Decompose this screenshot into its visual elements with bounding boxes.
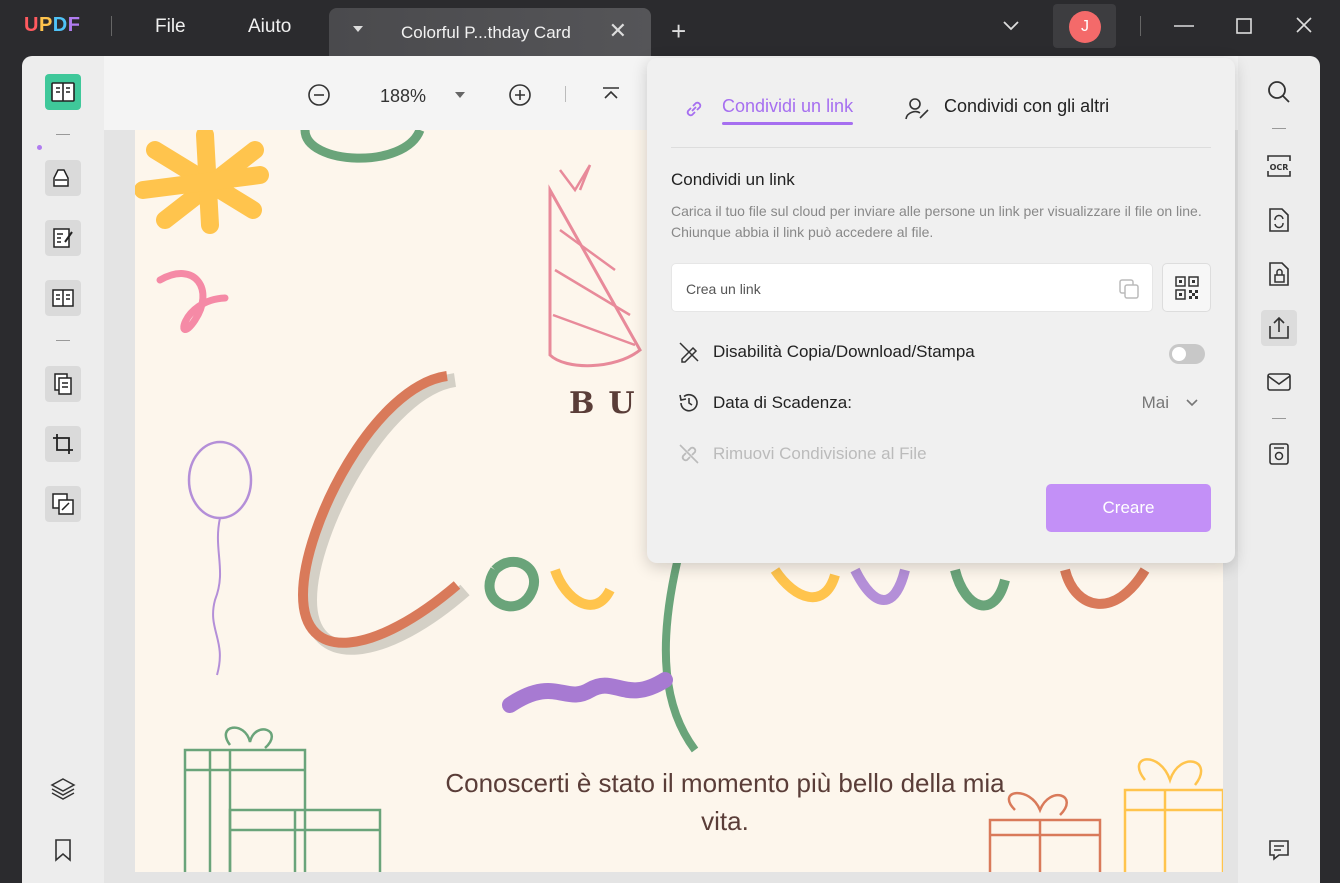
title-bar: UPDF File Aiuto Colorful P...thday Card …	[0, 0, 1340, 56]
link-field-placeholder: Crea un link	[686, 281, 761, 297]
maximize-icon[interactable]	[1234, 14, 1254, 38]
rail-separator	[56, 134, 70, 135]
save-icon	[1269, 443, 1289, 465]
tools-button[interactable]	[45, 486, 81, 522]
toolbar-separator	[565, 86, 566, 102]
zoom-dropdown-icon[interactable]	[454, 90, 466, 100]
form-icon	[52, 289, 74, 307]
ocr-icon: OCR	[1267, 155, 1291, 177]
search-icon	[1268, 81, 1290, 103]
organize-pages-button[interactable]	[45, 366, 81, 402]
expiry-select[interactable]: Mai	[1142, 393, 1169, 413]
minimize-icon[interactable]	[1172, 14, 1196, 38]
rail-separator	[1272, 128, 1286, 129]
edit-pdf-button[interactable]	[45, 220, 81, 256]
copy-icon[interactable]	[1118, 278, 1140, 300]
layers-tool-icon	[52, 493, 74, 515]
updf-logo[interactable]: UPDF	[24, 14, 80, 37]
popup-divider	[671, 147, 1211, 148]
pages-icon	[54, 373, 72, 395]
qr-code-button[interactable]	[1162, 263, 1211, 312]
edit-document-icon	[53, 228, 73, 248]
rail-separator	[1272, 418, 1286, 419]
first-page-icon[interactable]	[600, 84, 622, 106]
avatar: J	[1069, 11, 1101, 43]
card-heading-letters: BU	[569, 386, 649, 421]
account-button[interactable]: J	[1053, 4, 1116, 48]
document-tab[interactable]: Colorful P...thday Card ✕	[329, 8, 651, 56]
remove-share-option[interactable]: Rimuovi Condivisione al File	[677, 440, 1207, 468]
rail-separator	[56, 340, 70, 341]
svg-text:OCR: OCR	[1270, 163, 1289, 172]
convert-button[interactable]	[1261, 202, 1297, 238]
title-separator	[111, 16, 112, 36]
tab-title: Colorful P...thday Card	[401, 23, 571, 42]
expiry-option: Data di Scadenza: Mai	[677, 389, 1207, 417]
new-tab-icon[interactable]: +	[671, 18, 686, 44]
crop-button[interactable]	[45, 426, 81, 462]
comment-tool-button[interactable]	[45, 160, 81, 196]
crop-icon	[53, 434, 73, 454]
zoom-in-icon[interactable]	[508, 83, 532, 107]
save-button[interactable]	[1261, 436, 1297, 472]
comments-panel-button[interactable]	[1261, 832, 1297, 868]
active-tab-underline	[722, 122, 854, 125]
comment-icon	[1269, 840, 1289, 861]
zoom-level[interactable]: 188%	[380, 86, 426, 107]
card-message: Conoscerti è stato il momento più bello …	[445, 768, 1005, 836]
search-button[interactable]	[1261, 74, 1297, 110]
remove-share-label: Rimuovi Condivisione al File	[713, 444, 927, 463]
tab-close-icon[interactable]: ✕	[609, 20, 627, 42]
tab-share-link[interactable]: Condividi un link	[722, 96, 854, 125]
reader-mode-button[interactable]	[45, 74, 81, 110]
link-icon	[686, 101, 702, 117]
mail-icon	[1267, 373, 1291, 391]
chevron-down-icon[interactable]	[1185, 395, 1199, 409]
book-icon	[51, 82, 75, 102]
share-link-heading: Condividi un link	[671, 170, 795, 189]
expiry-label: Data di Scadenza:	[713, 393, 852, 412]
create-link-button[interactable]: Creare	[1046, 484, 1211, 532]
qr-code-icon	[1174, 275, 1199, 300]
zoom-out-icon[interactable]	[307, 83, 331, 107]
lock-document-icon	[1269, 262, 1289, 286]
protect-button[interactable]	[1261, 256, 1297, 292]
share-button[interactable]	[1261, 310, 1297, 346]
close-window-icon[interactable]	[1294, 14, 1314, 38]
convert-icon	[1269, 208, 1289, 232]
left-toolbar	[22, 56, 104, 883]
form-tool-button[interactable]	[45, 280, 81, 316]
title-separator	[1140, 16, 1141, 36]
link-field[interactable]: Crea un link	[671, 263, 1153, 312]
history-clock-icon	[679, 393, 698, 412]
tab-share-with-others[interactable]: Condividi con gli altri	[944, 96, 1109, 117]
ocr-button[interactable]: OCR	[1261, 148, 1297, 184]
chevron-down-icon[interactable]	[1001, 18, 1021, 32]
disable-copy-option: Disabilità Copia/Download/Stampa	[677, 338, 1207, 366]
active-indicator	[37, 145, 42, 150]
menu-help[interactable]: Aiuto	[248, 16, 291, 38]
email-button[interactable]	[1261, 364, 1297, 400]
share-icon	[1269, 316, 1289, 339]
unlink-icon	[679, 444, 699, 464]
disable-copy-toggle[interactable]	[1169, 344, 1205, 364]
bookmark-icon[interactable]	[53, 838, 73, 862]
menu-file[interactable]: File	[155, 16, 186, 38]
no-edit-icon	[679, 342, 699, 363]
share-popup: Condividi un link Condividi con gli altr…	[647, 58, 1235, 563]
disable-copy-label: Disabilità Copia/Download/Stampa	[713, 342, 975, 361]
layers-icon[interactable]	[50, 776, 76, 802]
right-toolbar: OCR	[1238, 56, 1320, 883]
highlighter-icon	[53, 169, 69, 187]
share-people-icon	[905, 98, 929, 120]
tab-menu-caret-icon[interactable]	[353, 26, 363, 32]
share-link-description: Carica il tuo file sul cloud per inviare…	[671, 203, 1202, 240]
